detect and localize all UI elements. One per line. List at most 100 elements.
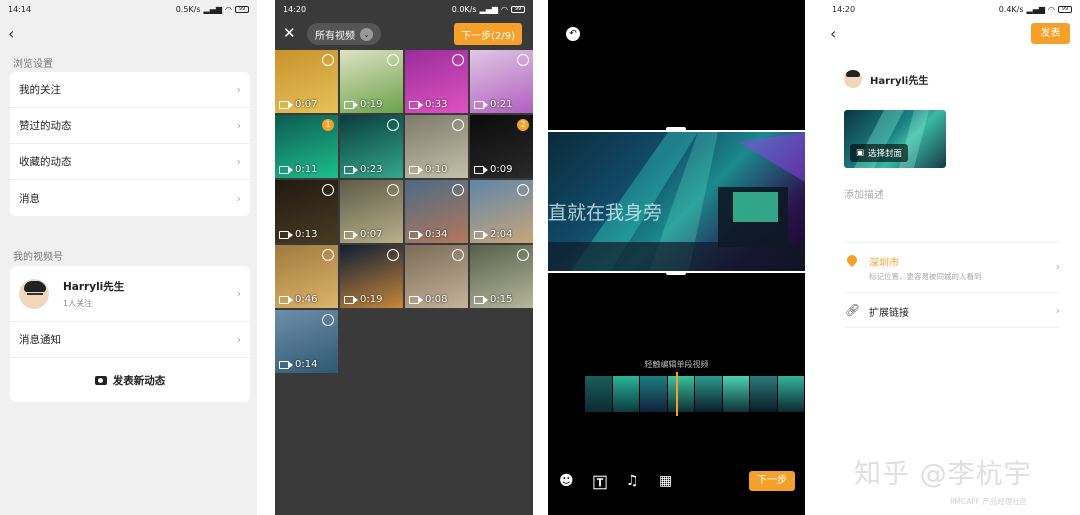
timeline-frame [695, 376, 723, 412]
album-selector[interactable]: 所有视频 ⌄ [307, 23, 381, 45]
video-duration: 0:07 [360, 229, 383, 240]
undo-icon[interactable]: ↶ [566, 27, 580, 41]
select-circle-icon[interactable] [387, 54, 399, 66]
select-circle-icon[interactable] [517, 184, 529, 196]
select-circle-icon[interactable] [322, 314, 334, 326]
video-thumbnail[interactable]: 0:15 [470, 245, 533, 308]
status-bar: 14:20 0.0K/s ▂▄▆ ◠ 99 [275, 0, 533, 18]
video-thumbnail[interactable]: 0:19 [340, 50, 403, 113]
select-circle-icon[interactable] [322, 249, 334, 261]
select-circle-icon[interactable] [322, 54, 334, 66]
browse-item[interactable]: 消息 › [10, 180, 250, 216]
edit-hint: 轻触编辑单段视频 [644, 360, 709, 369]
location-row[interactable]: 深圳市 标记位置，更容易被同城的人看到 › [844, 242, 1060, 292]
back-icon[interactable]: ‹ [830, 24, 836, 43]
text-icon[interactable]: 🅃 [593, 473, 607, 493]
select-circle-icon[interactable] [322, 184, 334, 196]
location-city: 深圳市 [869, 258, 899, 269]
location-pin-icon [844, 252, 860, 268]
crop-handle-bottom[interactable] [666, 271, 686, 275]
video-thumbnail[interactable]: 0:19 [340, 245, 403, 308]
notify-row[interactable]: 消息通知 › [10, 322, 250, 358]
close-icon[interactable]: ✕ [283, 24, 296, 42]
section-browse-title: 浏览设置 [13, 59, 53, 70]
next-step-button[interactable]: 下一步(2/9) [454, 23, 522, 45]
publish-new-button[interactable]: 发表新动态 [10, 358, 250, 402]
select-circle-icon[interactable] [452, 184, 464, 196]
video-thumbnail[interactable]: 0:23 [340, 115, 403, 178]
video-thumbnail[interactable]: 0:21 [470, 50, 533, 113]
browse-item[interactable]: 收藏的动态 › [10, 144, 250, 180]
signal-icon: ▂▄▆ [1026, 4, 1046, 14]
video-duration: 2:04 [490, 229, 513, 240]
select-circle-icon[interactable] [387, 249, 399, 261]
timeline-strip[interactable] [585, 376, 805, 412]
video-preview[interactable]: 直就在我身旁 [548, 130, 805, 273]
video-thumbnail[interactable]: 0:13 [275, 180, 338, 243]
publish-button[interactable]: 发表 [1031, 23, 1070, 44]
select-circle-icon[interactable] [517, 54, 529, 66]
video-duration: 0:07 [295, 99, 318, 110]
select-circle-icon[interactable] [387, 184, 399, 196]
select-circle-icon[interactable] [452, 54, 464, 66]
video-duration: 0:21 [490, 99, 513, 110]
clip-icon[interactable]: ▦ [659, 473, 672, 489]
timeline-cursor[interactable] [676, 372, 678, 416]
select-circle-icon[interactable]: 2 [517, 119, 529, 131]
video-thumbnail[interactable]: 0:46 [275, 245, 338, 308]
video-picker-screen: 14:20 0.0K/s ▂▄▆ ◠ 99 ✕ 所有视频 ⌄ 下一步(2/9) … [275, 0, 533, 515]
net-speed: 0.5K/s [175, 4, 201, 14]
music-icon[interactable]: ♫ [626, 473, 639, 489]
video-editor-screen: ↶ 直就在我身旁 轻触编辑单段视频 ☻ 🅃 ♫ ▦ 下一步 [548, 0, 805, 515]
select-circle-icon[interactable] [452, 249, 464, 261]
avatar [19, 278, 49, 309]
video-camera-icon [409, 165, 423, 174]
sticker-icon[interactable]: ☻ [559, 473, 574, 489]
video-thumbnail[interactable]: 1 0:11 [275, 115, 338, 178]
video-thumbnail[interactable]: 0:14 [275, 310, 338, 373]
video-camera-icon [344, 100, 358, 109]
channel-name: Harryli先生 [63, 280, 125, 293]
image-icon: ▣ [856, 148, 865, 158]
video-thumbnail[interactable]: 0:34 [405, 180, 468, 243]
select-circle-icon[interactable] [452, 119, 464, 131]
extend-link-row[interactable]: 🔗︎ 扩展链接 › [844, 292, 1060, 328]
back-icon[interactable]: ‹ [8, 24, 14, 43]
video-duration: 0:10 [425, 164, 448, 175]
video-camera-icon [474, 100, 488, 109]
browse-item[interactable]: 我的关注 › [10, 72, 250, 108]
video-thumbnail[interactable]: 0:33 [405, 50, 468, 113]
choose-cover-label: 选择封面 [868, 149, 903, 159]
browse-item[interactable]: 赞过的动态 › [10, 108, 250, 144]
album-label: 所有视频 [315, 30, 355, 42]
timeline-frame [777, 376, 805, 412]
video-thumbnail[interactable]: 2 0:09 [470, 115, 533, 178]
video-thumbnail[interactable]: 0:10 [405, 115, 468, 178]
select-circle-icon[interactable] [387, 119, 399, 131]
chevron-right-icon: › [236, 333, 241, 346]
cover-preview[interactable]: ▣ 选择封面 [844, 110, 946, 168]
video-thumbnail[interactable]: 0:08 [405, 245, 468, 308]
video-duration: 0:23 [360, 164, 383, 175]
section-channel-title: 我的视频号 [13, 252, 63, 263]
channel-card: Harryli先生 1人关注 › 消息通知 › 发表新动态 [10, 266, 250, 402]
chevron-right-icon: › [236, 83, 241, 96]
select-circle-icon[interactable] [517, 249, 529, 261]
video-thumbnail[interactable]: 0:07 [275, 50, 338, 113]
chevron-right-icon: › [236, 191, 241, 205]
browse-item-label: 我的关注 [19, 84, 61, 96]
next-button[interactable]: 下一步 [749, 471, 795, 491]
channel-profile[interactable]: Harryli先生 1人关注 › [10, 266, 250, 322]
video-duration: 0:09 [490, 164, 513, 175]
video-duration: 0:15 [490, 294, 513, 305]
browse-card: 我的关注 › 赞过的动态 › 收藏的动态 › 消息 › [10, 72, 250, 216]
choose-cover-button[interactable]: ▣ 选择封面 [850, 144, 909, 162]
video-thumbnail[interactable]: 2:04 [470, 180, 533, 243]
select-circle-icon[interactable]: 1 [322, 119, 334, 131]
watermark: 知乎 @李杭宇 [854, 459, 1032, 490]
description-input[interactable]: 添加描述 [844, 186, 884, 201]
chevron-right-icon: › [236, 287, 241, 300]
avatar [844, 70, 862, 88]
video-thumbnail[interactable]: 0:07 [340, 180, 403, 243]
camera-icon [94, 375, 107, 385]
